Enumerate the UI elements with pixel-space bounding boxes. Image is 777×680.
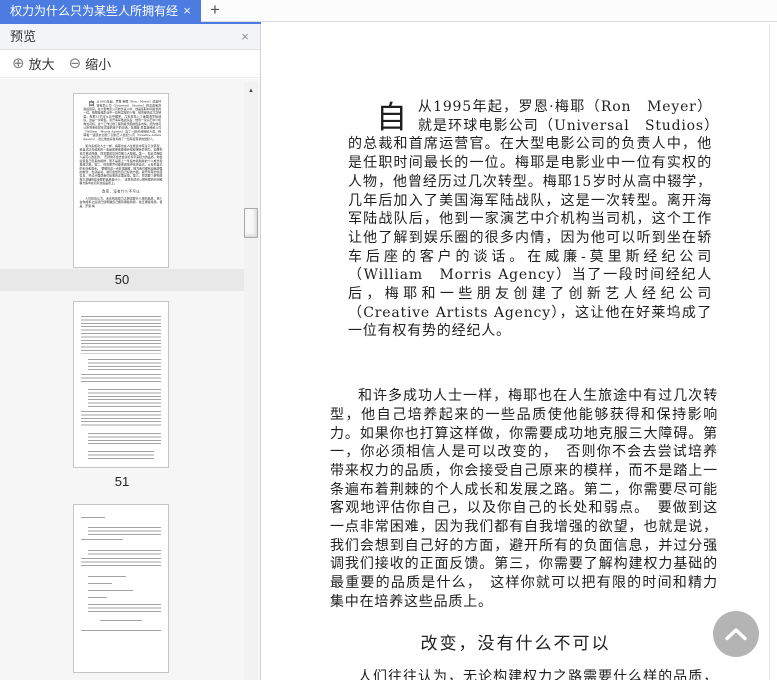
text-lines-placeholder: [74, 505, 168, 633]
thumbnail-page-51[interactable]: [73, 301, 169, 468]
thumbnail-page-52[interactable]: [73, 504, 169, 673]
scrollbar-thumb[interactable]: [244, 208, 258, 238]
thumbnail-panel: 自从1995年起，罗恩·梅耶（Ron Meyer）就是环球电影公司（Univer…: [0, 79, 260, 680]
preview-panel-header: 预览 ×: [0, 24, 260, 50]
sidebar-scrollbar[interactable]: ▲: [244, 82, 258, 680]
scroll-to-top-button[interactable]: [713, 611, 759, 657]
drop-cap: 自: [376, 100, 408, 136]
thumbnail-page-50-content: 自从1995年起，罗恩·梅耶（Ron Meyer）就是环球电影公司（Univer…: [79, 99, 163, 208]
reading-pane: 自从1995年起，罗恩·梅耶（Ron Meyer）就是环球电影公司（Univer…: [262, 24, 770, 680]
thumbnail-page-50[interactable]: 自从1995年起，罗恩·梅耶（Ron Meyer）就是环球电影公司（Univer…: [73, 93, 169, 268]
thumbnail-label-51[interactable]: 51: [0, 471, 244, 493]
preview-sidebar: 预览 × ⊕ 放大 ⊖ 缩小 自从1995年起，罗恩·梅耶（Ron Meyer）…: [0, 24, 261, 680]
tab-title: 权力为什么只为某些人所拥有经: [10, 4, 178, 18]
paragraph-2: 和许多成功人士一样，梅耶也在人生旅途中有过几次转型，他自己培养起来的一些品质使他…: [330, 388, 718, 610]
tab-accent-line: [0, 22, 261, 24]
scrollbar-up-arrow-icon[interactable]: ▲: [244, 84, 258, 98]
preview-close-icon[interactable]: ×: [236, 24, 254, 50]
new-tab-button[interactable]: +: [205, 0, 225, 22]
thumbnail-label-50[interactable]: 50: [0, 269, 244, 291]
section-heading: 改变，没有什么不可以: [420, 633, 611, 654]
chevron-up-icon: [725, 628, 747, 641]
zoom-out-icon: ⊖: [68, 54, 82, 72]
paragraph-3: 人们往往认为，无论构建权力之路需要什么样的品质，至少在你成年之后就已经明确自己拥…: [358, 668, 718, 680]
paragraph-1: 自从1995年起，罗恩·梅耶（Ron Meyer）就是环球电影公司（Univer…: [348, 99, 712, 340]
tab-close-icon[interactable]: ×: [179, 0, 195, 22]
zoom-out-button[interactable]: ⊖ 缩小: [69, 54, 112, 73]
ebook-reader-window: 权力为什么只为某些人所拥有经 × + 预览 × ⊕ 放大 ⊖ 缩小 自 从199…: [0, 0, 777, 680]
text-lines-placeholder: [74, 302, 168, 461]
tab-bar: 权力为什么只为某些人所拥有经 × +: [0, 0, 777, 22]
zoom-in-button[interactable]: ⊕ 放大: [12, 54, 55, 73]
zoom-in-icon: ⊕: [12, 54, 25, 72]
preview-panel-title: 预览: [10, 29, 37, 44]
preview-toolbar: ⊕ 放大 ⊖ 缩小: [0, 50, 260, 78]
tab-book[interactable]: 权力为什么只为某些人所拥有经 ×: [0, 0, 201, 22]
thumbnail-list: 自从1995年起，罗恩·梅耶（Ron Meyer）就是环球电影公司（Univer…: [0, 79, 244, 673]
page-50-content: 自从1995年起，罗恩·梅耶（Ron Meyer）就是环球电影公司（Univer…: [262, 24, 769, 680]
